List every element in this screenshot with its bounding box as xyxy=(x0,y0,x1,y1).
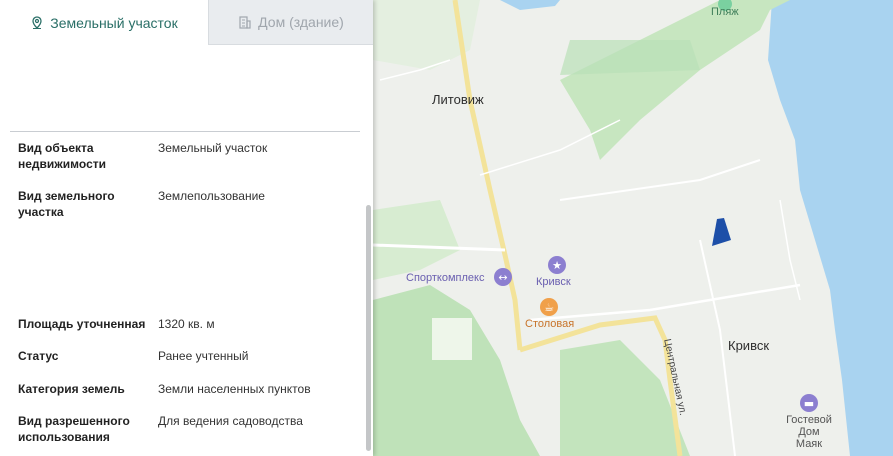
detail-value: Землепользование xyxy=(158,189,265,203)
detail-value: Земли населенных пунктов xyxy=(158,382,311,396)
detail-value: Для ведения садоводства xyxy=(158,414,303,428)
detail-value: Ранее учтенный xyxy=(158,349,249,363)
tab-building-label: Дом (здание) xyxy=(258,14,344,30)
svg-text:★: ★ xyxy=(552,259,562,272)
detail-row-object-type: Вид объекта недвижимости Земельный участ… xyxy=(18,140,358,174)
svg-text:↔: ↔ xyxy=(498,271,507,284)
detail-row-area: Площадь уточненная 1320 кв. м xyxy=(18,316,358,334)
panel-divider xyxy=(10,131,360,132)
panel-scrollbar[interactable] xyxy=(366,205,371,451)
detail-row-status: Статус Ранее учтенный xyxy=(18,348,358,366)
detail-key: Статус xyxy=(18,349,59,363)
tab-land-plot-label: Земельный участок xyxy=(50,14,178,31)
guesthouse-label[interactable]: Гостевой Дом Маяк xyxy=(784,414,834,450)
svg-text:▬: ▬ xyxy=(804,397,814,410)
canteen-label[interactable]: Столовая xyxy=(525,318,574,330)
litovizh-label: Литовиж xyxy=(432,92,484,107)
detail-row-permitted-use: Вид разрешенного использования Для веден… xyxy=(18,413,358,447)
detail-value: Земельный участок xyxy=(158,141,268,155)
property-info-panel: Земельный участок Дом (здание) Вид объек… xyxy=(0,0,373,456)
detail-row-land-category: Категория земель Земли населенных пункто… xyxy=(18,381,358,399)
detail-key: Вид разрешенного использования xyxy=(18,414,130,444)
svg-text:☕: ☕ xyxy=(544,301,554,314)
location-pin-icon xyxy=(32,15,42,29)
sportcomplex-label[interactable]: Спорткомплекс xyxy=(406,272,484,284)
building-icon xyxy=(239,16,251,29)
tab-building[interactable]: Дом (здание) xyxy=(208,0,373,45)
beach-label: Пляж xyxy=(711,6,739,18)
meadow-1 xyxy=(432,318,472,360)
detail-key: Площадь уточненная xyxy=(18,317,146,331)
detail-value: 1320 кв. м xyxy=(158,317,215,331)
krivsk-poi-label[interactable]: Кривск xyxy=(536,276,571,288)
forest-north-strip xyxy=(560,40,700,75)
krivsk-town-label: Кривск xyxy=(728,338,770,353)
detail-key: Вид объекта недвижимости xyxy=(18,141,106,171)
tab-bar: Земельный участок Дом (здание) xyxy=(0,0,373,45)
detail-row-plot-type: Вид земельного участка Землепользование xyxy=(18,188,358,222)
tab-land-plot[interactable]: Земельный участок xyxy=(0,0,208,45)
detail-key: Вид земельного участка xyxy=(18,189,115,219)
detail-key: Категория земель xyxy=(18,382,125,396)
